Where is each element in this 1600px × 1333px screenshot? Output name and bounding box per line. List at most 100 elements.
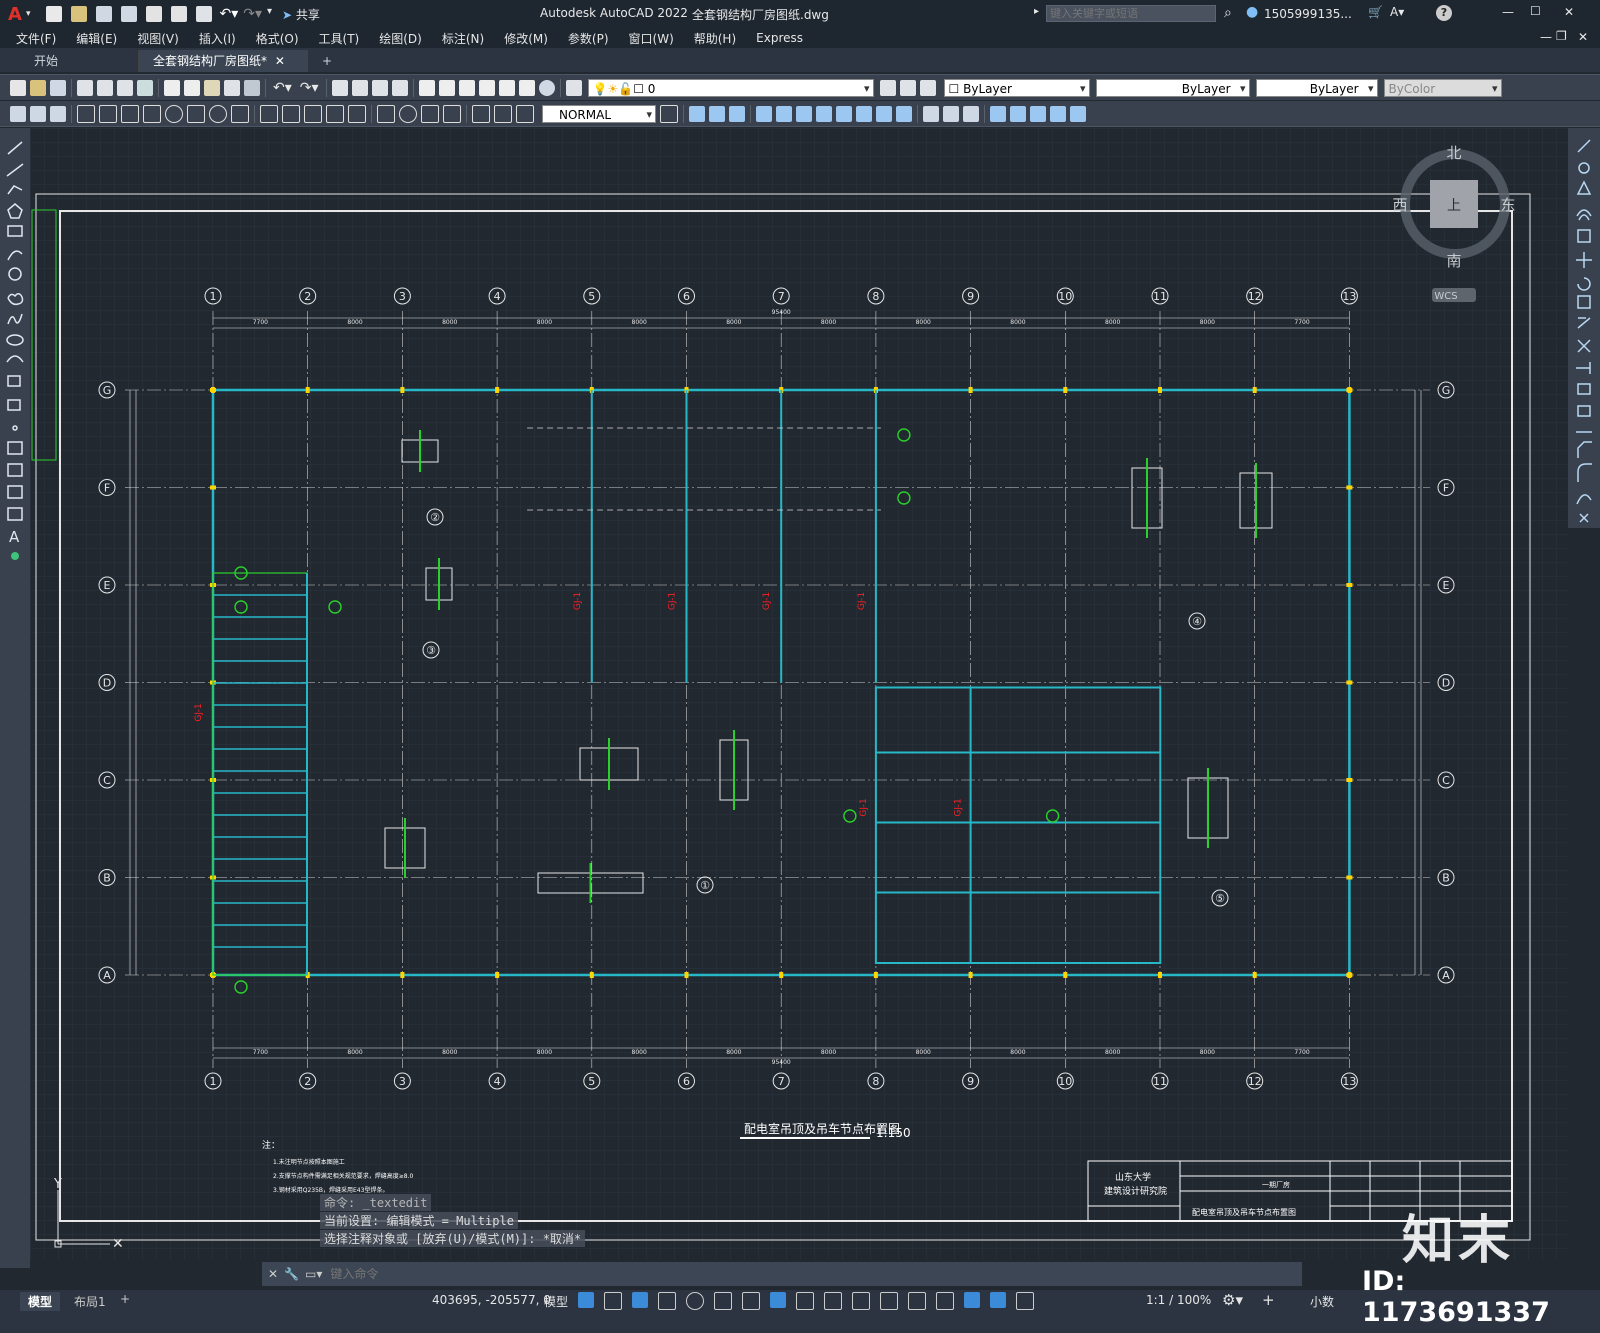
open-web-icon[interactable] [146, 6, 163, 22]
menu-modify[interactable]: 修改(M) [494, 30, 558, 47]
construction-line-icon[interactable] [6, 163, 24, 177]
calculator-icon[interactable] [518, 79, 535, 96]
cut-icon[interactable] [164, 79, 180, 96]
wcs-menu[interactable]: WCS [1434, 291, 1457, 302]
pan-icon[interactable] [331, 79, 348, 96]
save-icon[interactable] [96, 6, 113, 22]
modify-icon-5[interactable] [776, 105, 792, 122]
toolbar-icon-c[interactable] [50, 105, 66, 122]
tab-close-icon[interactable]: ✕ [275, 54, 285, 68]
command-recent-icon[interactable]: ▭▾ [305, 1267, 322, 1281]
rectangle-tool-icon[interactable] [7, 225, 23, 237]
command-customize-icon[interactable]: 🔧 [284, 1267, 299, 1281]
continue-dimension-icon[interactable] [304, 104, 322, 123]
layout-tab-layout1[interactable]: 布局1 [66, 1293, 114, 1310]
menu-draw[interactable]: 绘图(D) [369, 30, 432, 47]
ortho-mode-icon[interactable] [658, 1292, 676, 1310]
diameter-dimension-icon[interactable] [209, 104, 227, 123]
dimension-edit-icon[interactable] [472, 104, 490, 123]
trim-icon[interactable] [1577, 339, 1591, 353]
region-tool-icon[interactable] [7, 485, 23, 499]
dimension-text-edit-icon[interactable] [494, 104, 512, 123]
snap-mode-icon[interactable] [604, 1292, 622, 1310]
zoom-realtime-icon[interactable] [351, 79, 368, 96]
add-layout-button[interactable]: + [120, 1292, 130, 1306]
model-space-button[interactable]: 模型 [544, 1293, 568, 1310]
menu-edit[interactable]: 编辑(E) [66, 30, 127, 47]
isodraft-icon[interactable] [714, 1292, 732, 1310]
match-properties-icon[interactable] [224, 79, 240, 96]
sheet-set-icon[interactable] [478, 79, 495, 96]
command-input[interactable] [328, 1263, 1302, 1285]
paste-icon[interactable] [204, 79, 220, 96]
menu-file[interactable]: 文件(F) [6, 30, 66, 47]
menu-format[interactable]: 格式(O) [246, 30, 309, 47]
polar-tracking-icon[interactable] [686, 1292, 704, 1310]
break-icon[interactable] [1577, 405, 1591, 417]
drawing-canvas[interactable]: 1 1 2 2 3 3 4 4 5 5 6 6 7 7 8 8 9 9 10 10 11 11 12 12 13 13 G G F F E E… [30, 128, 1567, 1260]
dimension-break-icon[interactable] [348, 104, 366, 123]
jogged-linear-icon[interactable] [443, 104, 461, 123]
annotation-scale[interactable]: 1:1 / 100% [1146, 1293, 1211, 1307]
lineweight-dropdown[interactable]: ByLayer [1255, 78, 1378, 97]
center-mark-icon[interactable] [399, 104, 417, 123]
menu-help[interactable]: 帮助(H) [684, 30, 746, 47]
help-icon[interactable]: ? [1436, 5, 1452, 21]
arc-tool-icon[interactable] [7, 250, 23, 261]
rotate-icon[interactable] [1577, 277, 1591, 291]
help-toolbar-icon[interactable] [538, 79, 555, 96]
modify-icon-7[interactable] [816, 105, 832, 122]
array-icon[interactable] [1577, 229, 1591, 243]
modify-icon-19[interactable] [1070, 105, 1086, 122]
modify-icon-17[interactable] [1030, 105, 1046, 122]
doc-close-button[interactable]: ✕ [1578, 30, 1588, 44]
modify-icon-3[interactable] [729, 105, 745, 122]
new-tab-button[interactable]: + [308, 50, 346, 72]
autocad-logo[interactable]: A [8, 4, 22, 25]
baseline-dimension-icon[interactable] [282, 104, 300, 123]
modify-icon-4[interactable] [756, 105, 772, 122]
linetype-dropdown[interactable]: ByLayer [1095, 78, 1250, 97]
toolbar-icon-a[interactable] [10, 105, 26, 122]
menu-tools[interactable]: 工具(T) [309, 30, 370, 47]
app-menu-dropdown-icon[interactable]: ▾ [26, 9, 31, 19]
command-close-icon[interactable]: ✕ [268, 1267, 278, 1281]
break-at-point-icon[interactable] [1577, 383, 1591, 395]
explode-icon[interactable] [1579, 513, 1589, 523]
workspace-gear-icon[interactable]: ⚙▾ [1222, 1291, 1243, 1309]
save-as-icon[interactable] [121, 6, 138, 22]
color-dropdown[interactable]: ☐ ByLayer [943, 78, 1090, 97]
polyline-tool-icon[interactable] [7, 185, 23, 195]
inspection-icon[interactable] [421, 104, 439, 123]
3d-print-icon[interactable] [137, 79, 153, 96]
dimension-space-icon[interactable] [326, 104, 344, 123]
print-preview-icon[interactable] [97, 79, 113, 96]
save-web-icon[interactable] [171, 6, 188, 22]
blend-curves-icon[interactable] [1576, 494, 1592, 505]
quick-dimension-icon[interactable] [260, 104, 278, 123]
layer-properties-icon[interactable] [565, 79, 582, 96]
gradient-tool-icon[interactable] [7, 463, 23, 477]
jogged-dimension-icon[interactable] [187, 104, 205, 123]
tab-drawing[interactable]: 全套钢结构厂房图纸* ✕ [139, 50, 308, 72]
customize-icon[interactable]: ▾ [267, 6, 272, 22]
modify-icon-10[interactable] [876, 105, 892, 122]
copy-icon[interactable] [184, 79, 200, 96]
layer-dropdown[interactable]: 💡☀🔓☐ 0 [587, 78, 874, 97]
dynamic-ucs-icon[interactable] [908, 1292, 926, 1310]
block-editor-icon[interactable] [244, 79, 260, 96]
mtext-tool-icon[interactable]: A [9, 528, 20, 546]
coordinates-readout[interactable]: 403695, -205577, 0 [432, 1293, 551, 1307]
units-dropdown[interactable]: 小数 [1310, 1293, 1334, 1310]
menu-window[interactable]: 窗口(W) [619, 30, 684, 47]
modify-icon-11[interactable] [896, 105, 912, 122]
redo-toolbar-icon[interactable]: ↷▾ [300, 80, 319, 96]
open-file-icon[interactable] [30, 79, 46, 96]
undo-icon[interactable]: ↶▾ [219, 6, 238, 22]
maximize-button[interactable]: ☐ [1530, 4, 1541, 18]
plot-icon[interactable] [196, 6, 213, 22]
object-snap-icon[interactable] [770, 1292, 786, 1308]
circle-tool-icon[interactable] [8, 267, 22, 281]
spline-tool-icon[interactable] [7, 313, 23, 325]
layer-previous-icon[interactable] [899, 79, 916, 96]
